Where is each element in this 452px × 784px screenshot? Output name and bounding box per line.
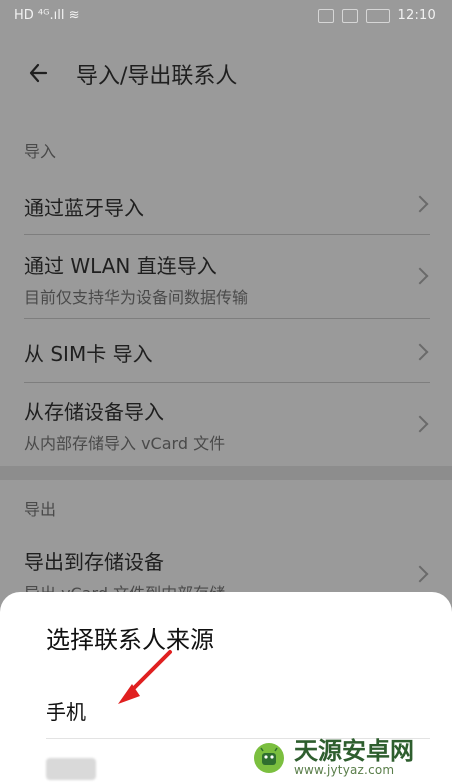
chevron-right-icon — [411, 267, 429, 285]
import-sim-row[interactable]: 从 SIM卡 导入 — [0, 320, 452, 380]
import-wlan-row[interactable]: 通过 WLAN 直连导入 目前仅支持华为设备间数据传输 — [0, 236, 452, 316]
title-bar: 导入/导出联系人 — [0, 48, 452, 100]
watermark-name: 天源安卓网 — [294, 737, 414, 766]
chevron-right-icon — [411, 565, 429, 583]
contacts-import-export-screen: HD ⁴ᴳ.ıll ≋ 12:10 导入/导出联系人 导入 通过蓝牙导入 通过 … — [0, 0, 452, 784]
watermark-text: 天源安卓网 www.jytyaz.com — [294, 737, 414, 778]
section-gap — [0, 466, 452, 480]
import-sim-label: 从 SIM卡 导入 — [24, 342, 153, 366]
export-storage-label: 导出到存储设备 — [24, 550, 164, 574]
source-option-blurred[interactable] — [46, 758, 96, 780]
source-option-phone[interactable]: 手机 — [46, 696, 86, 725]
import-wlan-subtitle: 目前仅支持华为设备间数据传输 — [24, 288, 249, 307]
chevron-right-icon — [411, 415, 429, 433]
import-storage-row[interactable]: 从存储设备导入 从内部存储导入 vCard 文件 — [0, 384, 452, 464]
import-storage-label: 从存储设备导入 — [24, 400, 164, 424]
network-indicators: HD ⁴ᴳ.ıll ≋ — [14, 8, 80, 23]
status-bar: HD ⁴ᴳ.ıll ≋ 12:10 — [0, 0, 452, 34]
import-bluetooth-label: 通过蓝牙导入 — [24, 196, 144, 220]
divider — [24, 382, 430, 383]
android-logo-icon — [254, 743, 284, 773]
status-left: HD ⁴ᴳ.ıll ≋ — [14, 8, 79, 23]
chevron-right-icon — [411, 195, 429, 213]
chevron-right-icon — [411, 343, 429, 361]
import-section-label: 导入 — [24, 142, 57, 161]
watermark-url: www.jytyaz.com — [294, 763, 395, 778]
export-section-label: 导出 — [24, 500, 57, 519]
vibrate-icon — [317, 8, 334, 23]
battery-icon — [365, 8, 390, 23]
alarm-icon — [341, 8, 358, 23]
import-bluetooth-row[interactable]: 通过蓝牙导入 — [0, 174, 452, 234]
watermark: 天源安卓网 www.jytyaz.com — [240, 732, 452, 784]
page-title: 导入/导出联系人 — [76, 64, 238, 89]
back-arrow-icon[interactable] — [24, 58, 54, 88]
status-time: 12:10 — [397, 8, 436, 23]
status-right: 12:10 — [317, 8, 436, 23]
import-storage-subtitle: 从内部存储导入 vCard 文件 — [24, 434, 226, 453]
import-wlan-label: 通过 WLAN 直连导入 — [24, 254, 217, 278]
divider — [24, 234, 430, 235]
bottom-sheet-title: 选择联系人来源 — [46, 626, 214, 654]
divider — [24, 318, 430, 319]
